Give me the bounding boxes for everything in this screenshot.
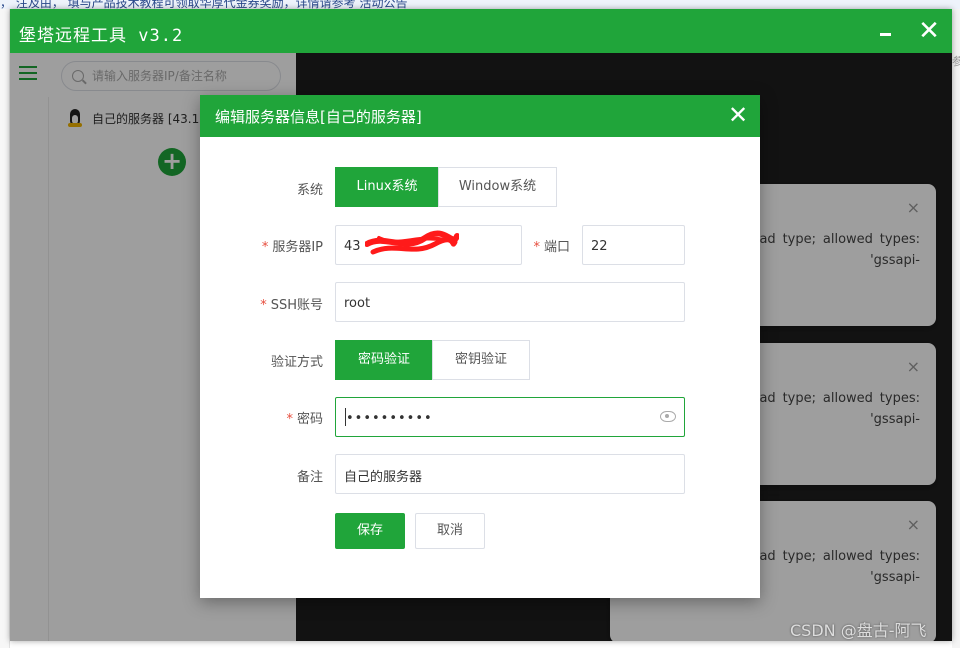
ssh-account-field[interactable] bbox=[335, 282, 685, 322]
auth-method-label: 验证方式 bbox=[270, 355, 323, 370]
os-windows-option[interactable]: Window系统 bbox=[438, 167, 557, 207]
redaction-scribble bbox=[365, 230, 459, 255]
app-title: 堡塔远程工具 v3.2 bbox=[19, 26, 184, 46]
background-right-edge: 参 bbox=[952, 9, 960, 648]
dialog-header: 编辑服务器信息[自己的服务器] ✕ bbox=[200, 95, 760, 137]
title-bar[interactable]: 堡塔远程工具 v3.2 ✕ bbox=[10, 9, 952, 53]
password-input[interactable] bbox=[346, 408, 646, 428]
save-button[interactable]: 保存 bbox=[335, 513, 405, 549]
background-notice-text: ， 注及由， 填与产品技术教程可领取华厚代金券奖励，详情请参考 活动公告 bbox=[0, 0, 408, 9]
port-field[interactable] bbox=[582, 225, 685, 265]
server-ip-field[interactable] bbox=[335, 225, 522, 265]
dialog-title: 编辑服务器信息[自己的服务器] bbox=[215, 108, 422, 126]
csdn-watermark: CSDN @盘古-阿飞 bbox=[790, 621, 927, 640]
system-label: 系统 bbox=[296, 183, 323, 198]
auth-password-option[interactable]: 密码验证 bbox=[335, 340, 433, 380]
background-left-edge bbox=[0, 9, 10, 648]
eye-icon[interactable] bbox=[660, 411, 676, 422]
close-window-button[interactable]: ✕ bbox=[915, 16, 943, 46]
remark-label: 备注 bbox=[296, 470, 323, 485]
port-input[interactable] bbox=[591, 236, 677, 256]
ssh-account-label: * SSH账号 bbox=[260, 298, 323, 313]
background-right-text: 参 bbox=[952, 55, 960, 68]
remark-input[interactable] bbox=[344, 465, 674, 485]
remark-field[interactable] bbox=[335, 454, 685, 494]
password-label: * 密码 bbox=[286, 412, 323, 427]
edit-server-dialog: 编辑服务器信息[自己的服务器] ✕ 系统 Linux系统 Window系统 * 服… bbox=[200, 95, 760, 598]
port-label: * 端口 bbox=[533, 240, 570, 255]
cancel-button[interactable]: 取消 bbox=[415, 513, 485, 549]
ssh-account-input[interactable] bbox=[344, 293, 674, 313]
server-ip-label: * 服务器IP bbox=[261, 240, 323, 255]
dialog-close-icon[interactable]: ✕ bbox=[728, 102, 748, 128]
background-notice-strip: ， 注及由， 填与产品技术教程可领取华厚代金券奖励，详情请参考 活动公告 bbox=[0, 0, 960, 9]
os-linux-option[interactable]: Linux系统 bbox=[335, 167, 439, 207]
auth-key-option[interactable]: 密钥验证 bbox=[432, 340, 530, 380]
minimize-button[interactable] bbox=[871, 16, 899, 46]
password-field[interactable] bbox=[335, 397, 685, 437]
